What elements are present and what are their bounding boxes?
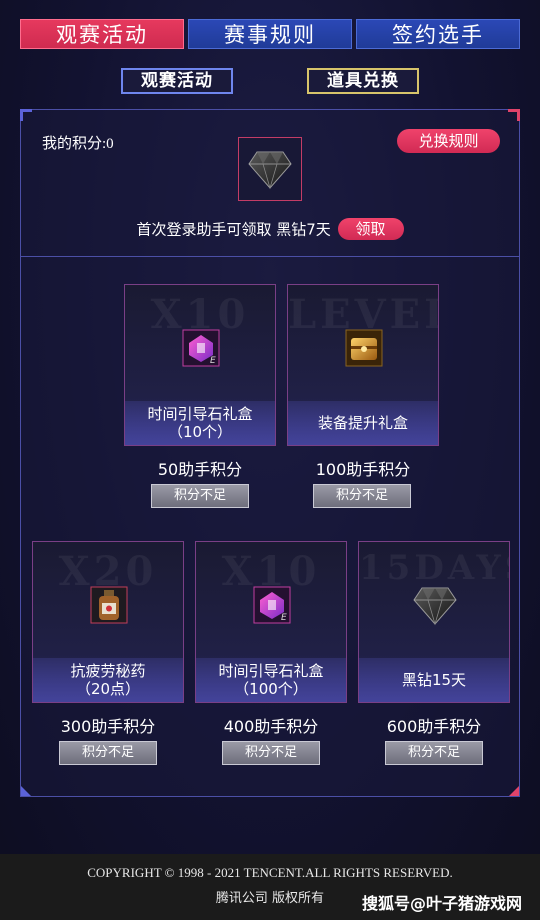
exchange-rules-button[interactable]: 兑换规则 bbox=[397, 129, 500, 153]
black-diamond-icon bbox=[248, 151, 292, 190]
item-card-black-diamond-15[interactable]: 15DAYS 黑钻15天 bbox=[358, 541, 510, 703]
corner-decoration bbox=[21, 786, 31, 796]
item-card-time-stone-100[interactable]: X10 E 时间引导石礼盒 （100个） bbox=[195, 541, 347, 703]
insufficient-points-button[interactable]: 积分不足 bbox=[151, 484, 249, 508]
svg-text:E: E bbox=[210, 356, 216, 366]
tab-signed-players[interactable]: 签约选手 bbox=[356, 19, 520, 49]
item-name-line1: 装备提升礼盒 bbox=[317, 414, 408, 432]
page-footer: COPYRIGHT © 1998 - 2021 TENCENT.ALL RIGH… bbox=[0, 854, 540, 920]
corner-decoration bbox=[20, 109, 32, 121]
item-name-line2: （10个） bbox=[167, 423, 233, 441]
exchange-panel: 我的积分:0 兑换规则 首次登录助手可领取 黑钻7天 领取 X10 E 时间引导… bbox=[20, 109, 520, 797]
item-price: 300助手积分 bbox=[60, 717, 156, 736]
insufficient-points-button[interactable]: 积分不足 bbox=[59, 741, 157, 765]
corner-decoration bbox=[509, 786, 519, 796]
item-price: 400助手积分 bbox=[223, 717, 319, 736]
item-price: 50助手积分 bbox=[157, 460, 243, 479]
item-card-anti-fatigue-potion[interactable]: X20 抗疲劳秘药 （20点） bbox=[32, 541, 184, 703]
svg-text:E: E bbox=[281, 613, 287, 623]
item-price: 600助手积分 bbox=[386, 717, 482, 736]
tab-watch-activity[interactable]: 观赛活动 bbox=[20, 19, 184, 49]
first-login-reward: 首次登录助手可领取 黑钻7天 领取 bbox=[21, 218, 519, 240]
gem-box-icon: E bbox=[253, 586, 291, 624]
insufficient-points-button[interactable]: 积分不足 bbox=[313, 484, 411, 508]
item-name-line2: （100个） bbox=[234, 680, 308, 698]
black-diamond-reward-icon bbox=[238, 137, 302, 201]
gem-box-icon: E bbox=[182, 329, 220, 367]
insufficient-points-button[interactable]: 积分不足 bbox=[222, 741, 320, 765]
item-name: 时间引导石礼盒 （10个） bbox=[125, 401, 275, 445]
item-name: 抗疲劳秘药 （20点） bbox=[33, 658, 183, 702]
item-name-line1: 抗疲劳秘药 bbox=[70, 662, 146, 680]
item-name: 黑钻15天 bbox=[359, 658, 509, 702]
item-card-equipment-upgrade[interactable]: LEVEL 装备提升礼盒 bbox=[287, 284, 439, 446]
copyright-text: COPYRIGHT © 1998 - 2021 TENCENT.ALL RIGH… bbox=[87, 865, 453, 880]
black-diamond-icon bbox=[412, 582, 458, 628]
item-name-line1: 黑钻15天 bbox=[401, 671, 467, 689]
insufficient-points-button[interactable]: 积分不足 bbox=[385, 741, 483, 765]
item-name-line1: 时间引导石礼盒 bbox=[147, 405, 253, 423]
item-name: 装备提升礼盒 bbox=[288, 401, 438, 445]
item-name-line1: 时间引导石礼盒 bbox=[218, 662, 324, 680]
item-card-time-stone-10[interactable]: X10 E 时间引导石礼盒 （10个） bbox=[124, 284, 276, 446]
item-price: 100助手积分 bbox=[315, 460, 411, 479]
subtab-watch-activity[interactable]: 观赛活动 bbox=[121, 68, 233, 94]
divider bbox=[21, 256, 519, 257]
my-points-label: 我的积分:0 bbox=[42, 136, 114, 152]
watermark: 搜狐号@叶子猪游戏网 bbox=[361, 894, 522, 913]
corner-decoration bbox=[508, 109, 520, 121]
item-name-line2: （20点） bbox=[75, 680, 141, 698]
top-tab-bar: 观赛活动 赛事规则 签约选手 bbox=[20, 19, 520, 49]
subtab-item-exchange[interactable]: 道具兑换 bbox=[307, 68, 419, 94]
gold-chest-icon bbox=[345, 329, 383, 367]
item-name: 时间引导石礼盒 （100个） bbox=[196, 658, 346, 702]
potion-icon bbox=[90, 586, 128, 624]
first-login-text: 首次登录助手可领取 黑钻7天 bbox=[136, 220, 331, 239]
claim-button[interactable]: 领取 bbox=[337, 218, 404, 240]
tab-event-rules[interactable]: 赛事规则 bbox=[188, 19, 352, 49]
